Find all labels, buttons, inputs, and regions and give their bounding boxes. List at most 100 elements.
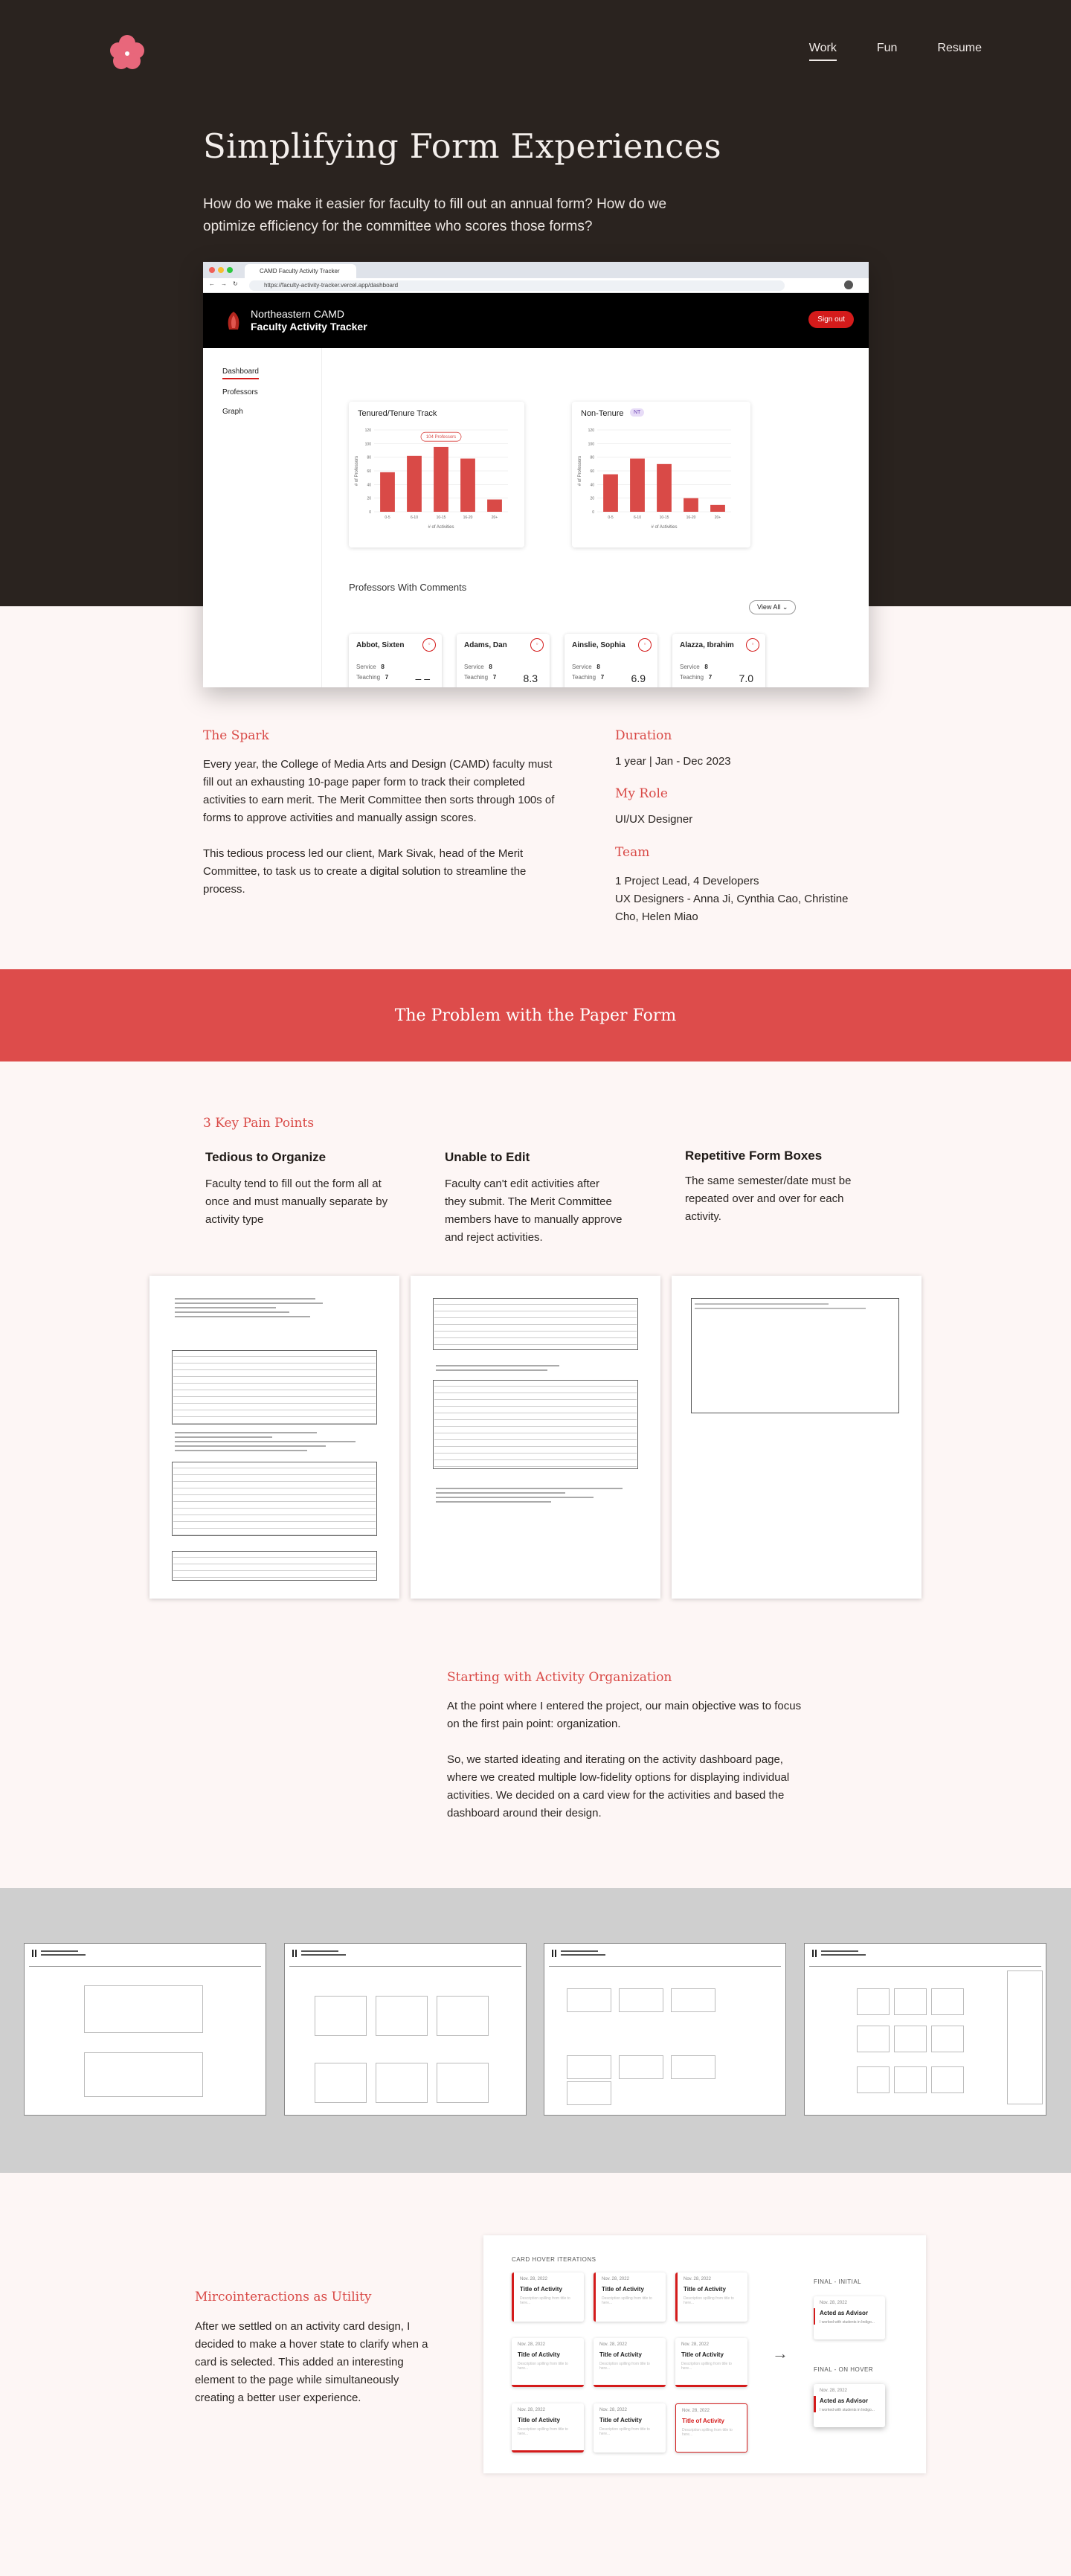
x-tick-label: 6-10 — [411, 515, 418, 520]
form-row-line — [173, 1501, 376, 1502]
activity-card-variant[interactable]: Nov. 28, 2022 Title of Activity Descript… — [594, 2403, 666, 2453]
professor-card[interactable]: Ainslie, Sophia ○ Service 8 Teaching 7 6… — [565, 634, 657, 687]
professor-card[interactable]: Adams, Dan ○ Service 8 Teaching 7 8.3 — [457, 634, 550, 687]
form-row-line — [173, 1356, 376, 1357]
reload-icon[interactable]: ↻ — [233, 280, 238, 287]
nav-resume-link[interactable]: Resume — [937, 42, 982, 61]
app-header: Northeastern CAMD Faculty Activity Track… — [203, 293, 869, 348]
professor-card[interactable]: Abbot, Sixten ○ Service 8 Teaching 7 – – — [349, 634, 442, 687]
form-text-line — [175, 1307, 277, 1308]
app-name-line1: Northeastern CAMD — [251, 308, 345, 320]
organization-paragraph-2: So, we started ideating and iterating on… — [447, 1753, 790, 1819]
forward-arrow-icon[interactable]: → — [221, 280, 227, 287]
url-input[interactable]: https://faculty-activity-tracker.vercel.… — [249, 280, 785, 291]
spark-heading: The Spark — [203, 728, 269, 743]
y-tick-label: 20 — [590, 497, 594, 501]
flower-logo-icon[interactable] — [108, 33, 147, 71]
bar[interactable] — [460, 458, 475, 513]
form-row-line — [434, 1337, 637, 1338]
y-tick-label: 120 — [588, 428, 595, 433]
form-row-line — [173, 1423, 376, 1424]
x-tick-label: 10-15 — [660, 515, 669, 520]
activity-card-variant[interactable]: Nov. 28, 2022 Title of Activity Descript… — [594, 2338, 666, 2387]
form-row-line — [434, 1399, 637, 1400]
sidebar-item-graph[interactable]: Graph — [222, 408, 243, 416]
wire-card — [437, 2063, 489, 2103]
form-text-line — [175, 1298, 315, 1300]
professor-card[interactable]: Alazza, Ibrahim ○ Service 8 Teaching 7 7… — [672, 634, 765, 687]
y-tick-label: 40 — [367, 483, 371, 487]
view-all-button[interactable]: View All ⌄ — [749, 600, 797, 614]
tenured-chart-card: Tenured/Tenure Track 0 20 40 60 80 100 120 0-5 6… — [349, 402, 524, 547]
activity-card-variant[interactable]: Nov. 28, 2022 Title of Activity Descript… — [675, 2403, 747, 2453]
problem-banner: The Problem with the Paper Form — [0, 969, 1071, 1061]
sign-out-button[interactable]: Sign out — [808, 311, 854, 328]
pain-point-title-2: Unable to Edit — [445, 1150, 530, 1164]
final-hover-date: Nov. 28, 2022 — [820, 2389, 847, 2393]
back-arrow-icon[interactable]: ← — [209, 280, 215, 287]
wire-card — [376, 1996, 428, 2036]
wireframe-sidebar-view — [804, 1943, 1046, 2116]
final-initial-card[interactable]: Nov. 28, 2022 Acted as Advisor I worked … — [814, 2296, 885, 2339]
activity-card-variant[interactable]: Nov. 28, 2022 Title of Activity Descript… — [512, 2403, 584, 2453]
bar[interactable] — [657, 463, 672, 512]
card-desc: Description spilling from title to here.… — [602, 2296, 652, 2305]
team-value-1: 1 Project Lead, 4 Developers — [615, 875, 759, 887]
page-title: Simplifying Form Experiences — [203, 126, 721, 166]
card-desc: Description spilling from title to here.… — [518, 2362, 568, 2371]
x-axis-label: # of Activities — [428, 525, 454, 530]
service-label: Service 8 — [356, 664, 385, 670]
profile-avatar[interactable] — [844, 280, 853, 289]
wire-card — [894, 2026, 927, 2052]
minimize-window-icon[interactable] — [218, 267, 224, 273]
team-heading: Team — [615, 845, 650, 860]
card-desc: Description spilling from title to here.… — [599, 2362, 650, 2371]
card-hover-iterations: CARD HOVER ITERATIONS Nov. 28, 2022 Titl… — [483, 2235, 926, 2473]
bar[interactable] — [434, 446, 448, 512]
bar[interactable] — [487, 499, 502, 513]
wire-header-text — [301, 1950, 338, 1952]
comment-badge-icon: ○ — [530, 638, 544, 652]
activity-card-variant[interactable]: Nov. 28, 2022 Title of Activity Descript… — [675, 2338, 747, 2387]
close-window-icon[interactable] — [209, 267, 215, 273]
final-initial-label: FINAL - INITIAL — [814, 2278, 862, 2285]
form-table — [172, 1350, 377, 1424]
form-row-line — [173, 1557, 376, 1558]
sidebar-item-dashboard[interactable]: Dashboard — [222, 367, 259, 379]
form-row-line — [173, 1494, 376, 1495]
camd-logo-icon — [228, 312, 239, 330]
form-text-line — [436, 1501, 552, 1503]
bar[interactable] — [603, 474, 618, 512]
bar[interactable] — [630, 458, 645, 513]
y-tick-label: 60 — [367, 469, 371, 474]
activity-card-variant[interactable]: Nov. 28, 2022 Title of Activity Descript… — [512, 2273, 584, 2322]
wire-card — [315, 1996, 367, 2036]
activity-card-variant[interactable]: Nov. 28, 2022 Title of Activity Descript… — [675, 2273, 747, 2322]
professor-count-label: 104 Professors — [426, 435, 456, 440]
bar[interactable] — [710, 504, 725, 512]
form-text-line — [175, 1303, 323, 1304]
nav-work-link[interactable]: Work — [808, 42, 837, 61]
activity-card-variant[interactable]: Nov. 28, 2022 Title of Activity Descript… — [594, 2273, 666, 2322]
wire-card — [931, 2026, 964, 2052]
card-accent-bar — [814, 2308, 815, 2325]
form-text-line — [175, 1450, 307, 1451]
browser-tab[interactable]: CAMD Faculty Activity Tracker — [245, 264, 356, 278]
problem-heading: The Problem with the Paper Form — [394, 1006, 677, 1025]
final-hover-card[interactable]: Nov. 28, 2022 Acted as Advisor I worked … — [814, 2384, 885, 2427]
team-value-2: UX Designers - Anna Ji, Cynthia Cao, Chr… — [615, 893, 849, 923]
wire-card — [567, 2055, 611, 2079]
wire-header-text — [301, 1954, 346, 1956]
bar[interactable] — [684, 498, 698, 512]
form-row-line — [173, 1363, 376, 1364]
app-screenshot: CAMD Faculty Activity Tracker ← → ↻ http… — [203, 262, 869, 687]
service-label: Service 8 — [680, 664, 708, 670]
bar[interactable] — [380, 472, 395, 512]
sidebar-item-professors[interactable]: Professors — [222, 388, 258, 396]
bar[interactable] — [407, 455, 422, 512]
activity-card-variant[interactable]: Nov. 28, 2022 Title of Activity Descript… — [512, 2338, 584, 2387]
wire-card — [619, 1988, 663, 2012]
x-tick-label: 10-15 — [437, 515, 446, 520]
maximize-window-icon[interactable] — [227, 267, 233, 273]
nav-fun-link[interactable]: Fun — [877, 42, 898, 61]
